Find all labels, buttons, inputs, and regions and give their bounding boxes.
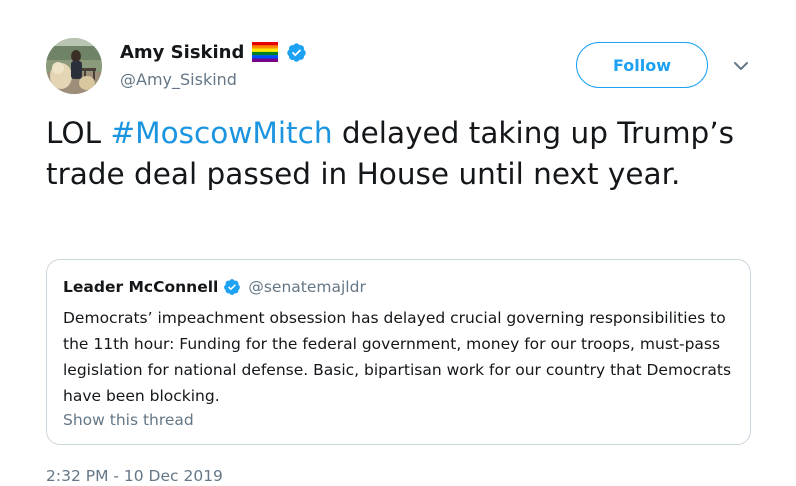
author-display-name[interactable]: Amy Siskind bbox=[120, 42, 244, 63]
quoted-author-name: Leader McConnell bbox=[63, 278, 219, 296]
chevron-down-icon[interactable] bbox=[730, 58, 752, 74]
tweet-text-prefix: LOL bbox=[46, 116, 111, 150]
author-name-row: Amy Siskind bbox=[120, 39, 307, 65]
rainbow-flag-icon bbox=[252, 42, 279, 62]
quoted-tweet-text: Democrats’ impeachment obsession has del… bbox=[63, 309, 732, 405]
tweet-text: LOL #MoscowMitch delayed taking up Trump… bbox=[46, 113, 766, 195]
avatar[interactable] bbox=[46, 38, 102, 94]
avatar-image bbox=[46, 38, 102, 94]
verified-badge-icon bbox=[286, 42, 307, 63]
author-handle[interactable]: @Amy_Siskind bbox=[120, 70, 237, 89]
follow-button[interactable]: Follow bbox=[576, 42, 708, 88]
quoted-tweet-card[interactable]: Leader McConnell @senatemajldr Democrats… bbox=[46, 259, 751, 445]
quoted-author-handle: @senatemajldr bbox=[248, 278, 366, 296]
quoted-tweet-header: Leader McConnell @senatemajldr bbox=[63, 278, 366, 296]
tweet-timestamp[interactable]: 2:32 PM - 10 Dec 2019 bbox=[46, 467, 223, 485]
hashtag-link[interactable]: #MoscowMitch bbox=[110, 116, 332, 150]
show-thread-link[interactable]: Show this thread bbox=[63, 411, 194, 429]
verified-badge-icon bbox=[223, 278, 241, 296]
